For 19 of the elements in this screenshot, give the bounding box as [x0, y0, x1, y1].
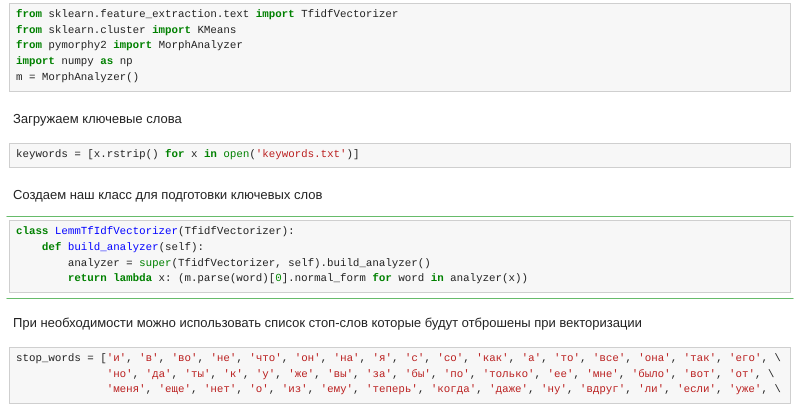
code-line: from pymorphy2 import MorphAnalyzer — [16, 39, 243, 54]
code-line: 'но', 'да', 'ты', 'к', 'у', 'же', 'вы', 'за', 'бы', 'по', 'только', 'ее', 'мне', 'было', 'вот', 'от', \ — [106, 368, 774, 383]
code-cell[interactable] — [9, 347, 791, 404]
code-line: def build_analyzer(self): — [40, 240, 204, 256]
markdown-text: Загружаем ключевые слова — [12, 110, 183, 128]
code-line: stop_words = ['и', 'в', 'во', 'не', 'что', 'он', 'на', 'я', 'с', 'со', 'как', 'а', 'то', 'все', 'она', 'так', 'его', \ — [16, 352, 781, 368]
markdown-text: При необходимости можно использовать список стоп-слов которые будут отброшены при векторизации — [12, 314, 643, 332]
code-line: class LemmTfIdfVectorizer(TfidfVectorizer): — [16, 225, 295, 240]
markdown-text: Создаем наш класс для подготовки ключевых слов — [12, 186, 324, 204]
code-cell[interactable]: keywords = [x.rstrip() for x in open('keywords.txt')] — [9, 142, 791, 168]
code-cell[interactable]: from sklearn.feature_extraction.text import TfidfVectorizer from sklearn.cluster import KMeans from pymorphy2 import MorphAnalyzer import numpy as np m = MorphAnalyzer() — [9, 3, 791, 92]
code-line: analyzer = super(TfidfVectorizer, self).build_analyzer() — [66, 256, 431, 272]
code-line: from sklearn.feature_extraction.text import TfidfVectorizer — [16, 8, 398, 23]
code-line: m = MorphAnalyzer() — [16, 70, 140, 86]
code-line: keywords = [x.rstrip() for x in open('keywords.txt')] — [16, 148, 360, 163]
code-line: import numpy as np — [16, 55, 133, 70]
code-line: return lambda x: (m.parse(word)[0].normal_form for word in analyzer(x)) — [66, 272, 528, 288]
code-line: 'меня', 'еще', 'нет', 'о', 'из', 'ему', 'теперь', 'когда', 'даже', 'ну', 'вдруг', 'ли', 'если', 'уже', \ — [106, 383, 781, 398]
code-line: from sklearn.cluster import KMeans — [16, 24, 236, 39]
